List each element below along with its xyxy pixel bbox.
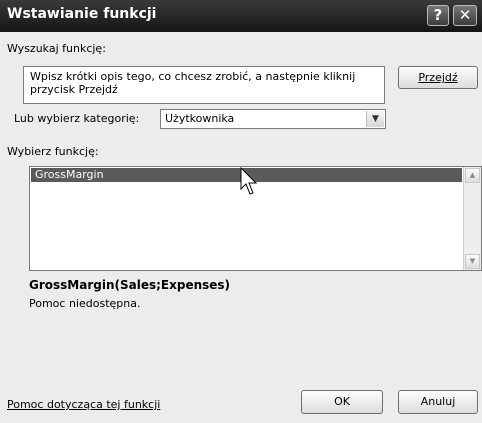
function-signature: GrossMargin(Sales;Expenses) [29,278,231,292]
close-icon: ✕ [458,6,472,24]
chevron-down-icon[interactable]: ▼ [366,111,384,127]
scroll-up-icon[interactable]: ▲ [465,168,480,183]
mouse-cursor-icon [240,167,258,195]
search-input-text: Wpisz krótki opis tego, co chcesz zrobić… [30,70,356,96]
title-bar[interactable]: Wstawianie funkcji ? ✕ [0,0,482,32]
help-icon: ? [433,6,443,24]
category-label: Lub wybierz kategorię: [14,112,140,125]
list-scrollbar[interactable]: ▲ ▼ [463,167,481,270]
cancel-button-label: Anuluj [420,395,456,408]
search-input[interactable]: Wpisz krótki opis tego, co chcesz zrobić… [23,66,385,104]
dialog-title: Wstawianie funkcji [7,6,157,22]
go-button[interactable]: Przejdź [398,66,478,89]
go-button-label: Przejdź [418,71,458,84]
close-button[interactable]: ✕ [453,5,477,26]
insert-function-dialog: Wstawianie funkcji ? ✕ Wyszukaj funkcję:… [0,0,482,423]
search-label: Wyszukaj funkcję: [7,42,106,55]
help-button[interactable]: ? [427,5,449,26]
ok-button-label: OK [334,395,350,408]
function-list-label: Wybierz funkcję: [7,145,99,158]
cancel-button[interactable]: Anuluj [398,390,478,414]
category-select[interactable]: Użytkownika ▼ [160,109,386,129]
scroll-down-icon[interactable]: ▼ [465,254,480,269]
category-select-value: Użytkownika [165,112,235,125]
help-link[interactable]: Pomoc dotycząca tej funkcji [7,398,160,411]
ok-button[interactable]: OK [301,390,383,414]
function-description: Pomoc niedostępna. [29,297,141,310]
